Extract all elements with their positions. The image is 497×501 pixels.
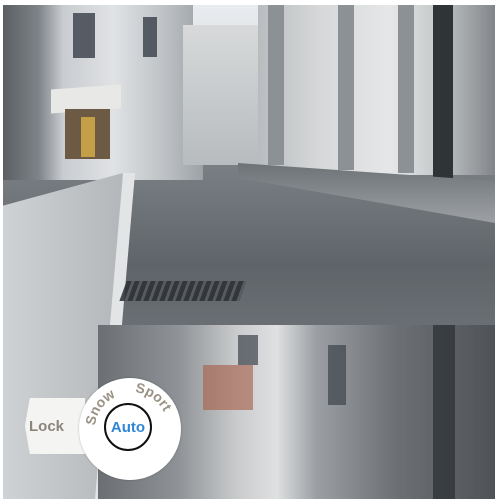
column <box>398 5 414 173</box>
auto-mode-button[interactable]: Auto <box>104 403 152 451</box>
reflection <box>433 325 455 499</box>
column <box>268 5 284 165</box>
reflection <box>238 335 258 365</box>
reflection <box>328 345 346 405</box>
building-right <box>258 5 495 175</box>
reflection <box>203 365 253 410</box>
window <box>73 13 95 58</box>
auto-label: Auto <box>110 418 146 436</box>
shopfront <box>65 109 110 159</box>
street-pole <box>433 5 453 187</box>
building-distant <box>183 25 263 165</box>
lock-label: Lock <box>29 418 65 435</box>
drain-grate <box>119 281 247 301</box>
building-left <box>3 5 203 180</box>
column <box>338 5 354 170</box>
window <box>143 17 157 57</box>
